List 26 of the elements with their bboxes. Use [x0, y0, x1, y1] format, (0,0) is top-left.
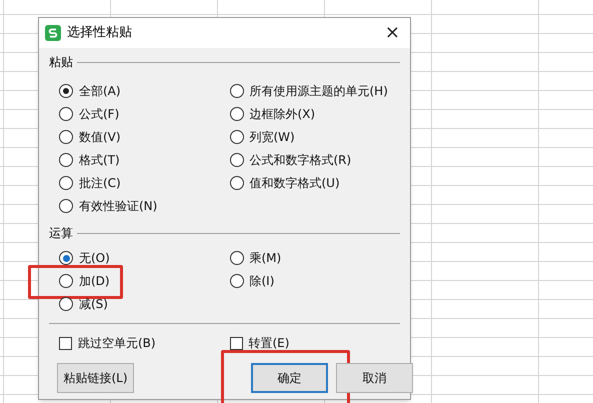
radio-button[interactable]: 值和数字格式(U) — [230, 174, 340, 192]
window-title: 选择性粘贴 — [67, 24, 132, 42]
radio-button[interactable]: 减(S) — [59, 295, 108, 313]
section-title: 运算 — [49, 225, 73, 242]
radio-button[interactable]: 有效性验证(N) — [59, 197, 158, 215]
close-button[interactable]: × — [380, 24, 404, 42]
radio-button[interactable]: 批注(C) — [59, 174, 121, 192]
radio-button[interactable]: 无(O) — [59, 249, 110, 267]
radio-button[interactable]: 数值(V) — [59, 128, 121, 146]
section-title: 粘贴 — [49, 54, 73, 71]
radio-button[interactable]: 公式和数字格式(R) — [230, 151, 352, 169]
dialog-button[interactable]: 取消 — [336, 363, 413, 393]
checkbox[interactable]: 跳过空单元(B) — [59, 334, 230, 352]
radio-button[interactable]: 乘(M) — [230, 249, 282, 267]
radio-button[interactable]: 除(I) — [230, 272, 274, 290]
app-logo-icon — [45, 25, 61, 41]
radio-button[interactable]: 加(D) — [59, 272, 110, 290]
radio-button[interactable]: 边框除外(X) — [230, 105, 316, 123]
radio-button[interactable]: 格式(T) — [59, 151, 120, 169]
radio-button[interactable]: 公式(F) — [59, 105, 120, 123]
radio-button[interactable]: 列宽(W) — [230, 128, 295, 146]
dialog-button[interactable]: 粘贴链接(L) — [57, 363, 134, 393]
checkbox[interactable]: 转置(E) — [230, 334, 400, 352]
radio-button[interactable]: 全部(A) — [59, 82, 121, 100]
radio-button[interactable]: 所有使用源主题的单元(H) — [230, 82, 388, 100]
dialog-button[interactable]: 确定 — [251, 363, 328, 393]
